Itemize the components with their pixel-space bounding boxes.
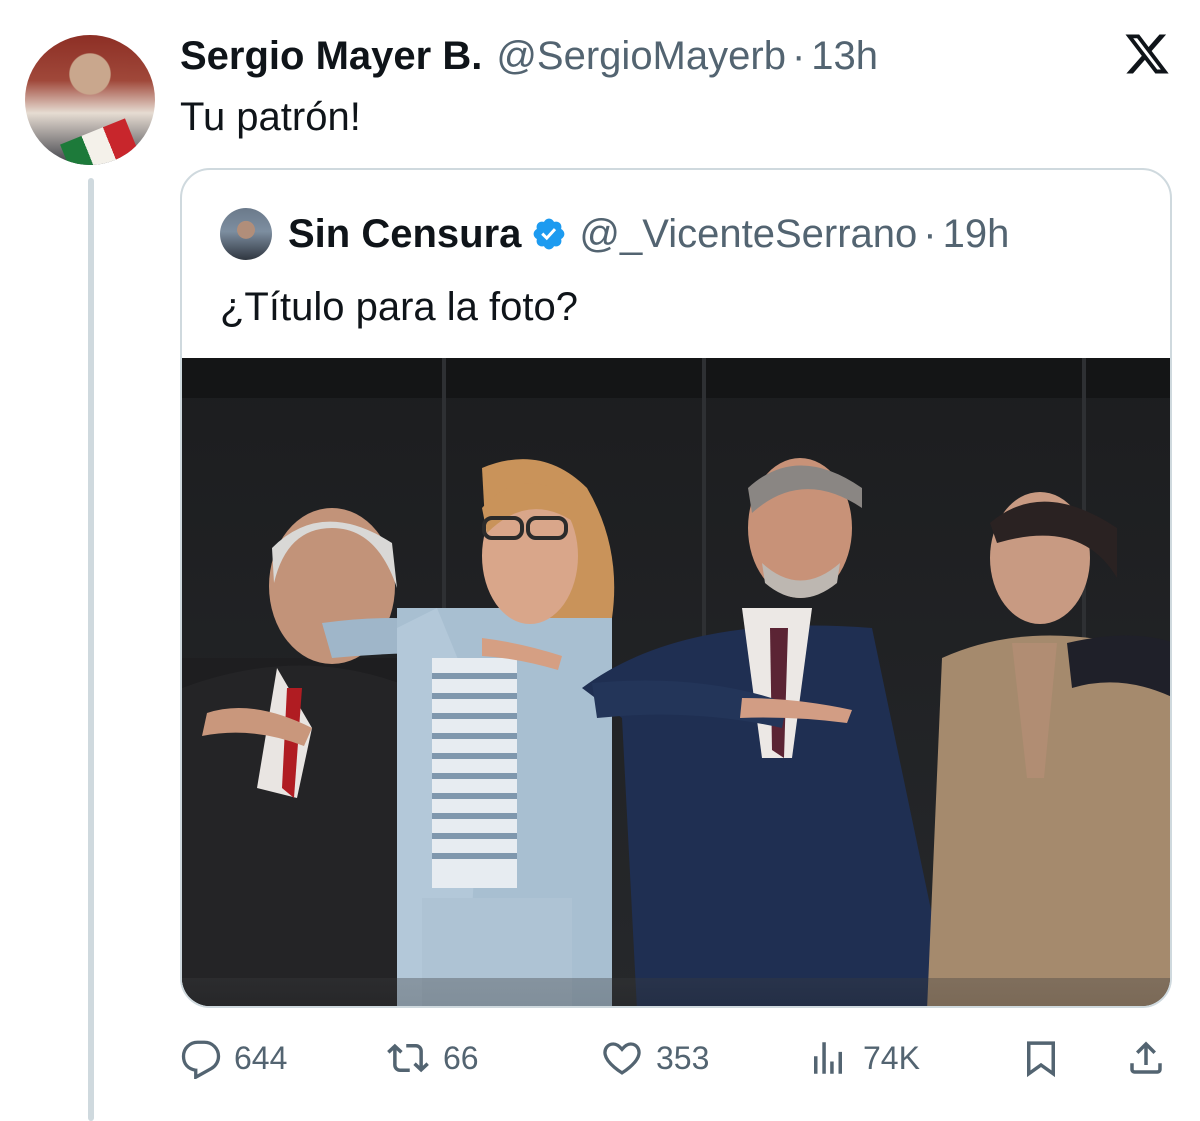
bookmark-button[interactable] — [1020, 1030, 1074, 1086]
x-logo-icon[interactable] — [1122, 30, 1172, 78]
share-button[interactable] — [1125, 1030, 1179, 1086]
repost-button[interactable]: 66 — [385, 1030, 479, 1086]
tweet-timestamp[interactable]: 13h — [811, 34, 878, 79]
verified-badge-icon — [534, 218, 565, 250]
share-icon — [1130, 1041, 1162, 1074]
author-display-name[interactable]: Sergio Mayer B. — [180, 34, 482, 79]
tweet-text: Tu patrón! — [180, 95, 361, 139]
avatar-flag-detail — [60, 118, 140, 165]
quote-display-name: Sin Censura — [288, 211, 522, 256]
like-count: 353 — [656, 1039, 710, 1076]
reply-icon — [181, 1040, 221, 1079]
repost-icon — [387, 1043, 429, 1073]
tweet-actions: 644 66 353 74K — [180, 1030, 1172, 1086]
reply-count: 644 — [234, 1039, 288, 1076]
bookmark-icon — [1027, 1041, 1055, 1078]
like-button[interactable]: 353 — [600, 1030, 709, 1086]
quote-timestamp: 19h — [942, 211, 1010, 256]
quoted-tweet-card[interactable]: Sin Censura @_VicenteSerrano · 19h ¿Títu… — [180, 168, 1172, 1008]
header-separator: · — [791, 33, 806, 78]
quote-header: Sin Censura @_VicenteSerrano · 19h — [288, 206, 1009, 262]
quote-handle: @_VicenteSerrano — [579, 211, 918, 256]
tweet-header: Sergio Mayer B. @SergioMayerb · 13h — [180, 30, 878, 82]
quote-text: ¿Título para la foto? — [220, 285, 578, 329]
reply-button[interactable]: 644 — [180, 1030, 287, 1086]
quote-author-avatar — [220, 208, 272, 260]
author-avatar[interactable] — [25, 35, 155, 165]
quote-separator: · — [923, 211, 937, 256]
author-handle[interactable]: @SergioMayerb — [496, 34, 786, 79]
views-count: 74K — [863, 1039, 920, 1076]
thread-line — [88, 178, 94, 1121]
heart-icon — [603, 1042, 641, 1075]
views-icon — [814, 1042, 842, 1074]
repost-count: 66 — [443, 1039, 479, 1076]
views-button[interactable]: 74K — [805, 1030, 920, 1086]
quote-photo[interactable] — [182, 358, 1172, 1008]
